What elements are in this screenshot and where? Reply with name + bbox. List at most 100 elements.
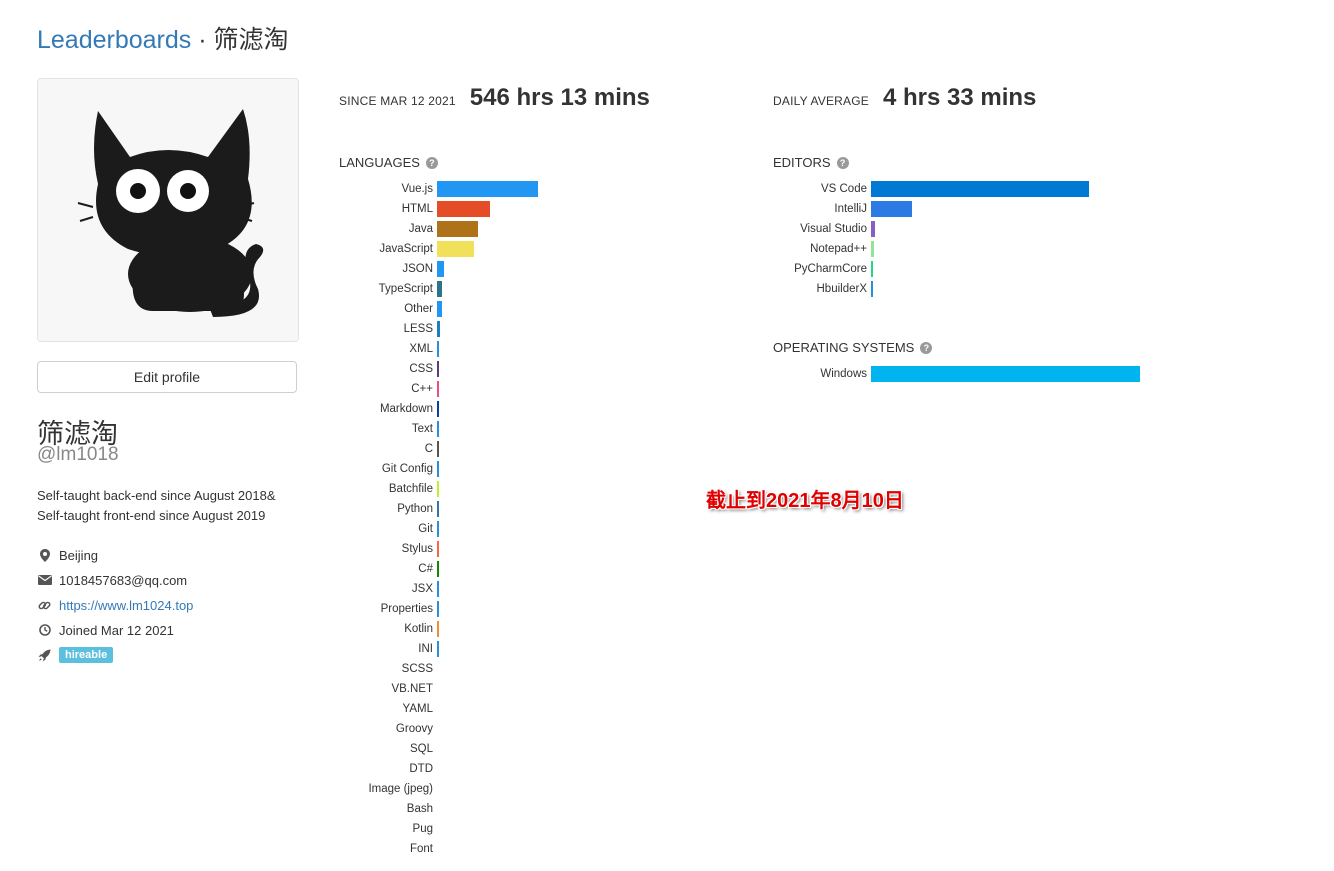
location-text: Beijing (59, 547, 99, 563)
operating-system-label: Windows (820, 368, 867, 380)
editors-title: EDITORS (773, 155, 831, 170)
language-label: Properties (380, 603, 433, 615)
language-row: YAML (313, 699, 433, 719)
language-bar[interactable] (437, 181, 539, 197)
editor-bar[interactable] (871, 241, 875, 257)
language-label: YAML (402, 703, 433, 715)
language-bar[interactable] (437, 221, 479, 237)
link-icon (37, 598, 52, 612)
language-bar[interactable] (437, 581, 439, 597)
languages-heading: LANGUAGES ? (339, 155, 438, 170)
language-label: Python (397, 503, 433, 515)
profile-joined: Joined Mar 12 2021 (37, 621, 174, 639)
language-bar[interactable] (437, 561, 439, 577)
language-row: Java (313, 219, 433, 239)
language-row: Git (313, 519, 433, 539)
language-bar[interactable] (437, 201, 491, 217)
language-bar[interactable] (437, 381, 439, 397)
language-bar[interactable] (437, 461, 439, 477)
language-bar[interactable] (437, 301, 442, 317)
language-bar[interactable] (437, 621, 439, 637)
breadcrumb-separator: · (191, 26, 214, 54)
question-circle-icon[interactable]: ? (836, 156, 849, 169)
question-circle-icon[interactable]: ? (920, 341, 933, 354)
language-row: C++ (313, 379, 433, 399)
daily-average-stat: DAILY AVERAGE 4 hrs 33 mins (773, 84, 1036, 112)
language-row: XML (313, 339, 433, 359)
language-bar[interactable] (437, 421, 439, 437)
editor-row: Notepad++ (747, 239, 867, 259)
breadcrumb-current: 筛滤淘 (213, 26, 289, 54)
language-bar[interactable] (437, 341, 440, 357)
language-row: Image (jpeg) (313, 779, 433, 799)
language-label: Java (408, 223, 433, 235)
language-row: Groovy (313, 719, 433, 739)
language-row: Batchfile (313, 479, 433, 499)
language-label: SCSS (401, 663, 433, 675)
language-label: DTD (409, 763, 433, 775)
language-bar[interactable] (437, 441, 439, 457)
language-bar[interactable] (437, 321, 440, 337)
clock-icon (37, 623, 52, 637)
language-label: Markdown (379, 403, 433, 415)
language-bar[interactable] (437, 481, 439, 497)
language-label: Bash (406, 803, 433, 815)
editor-bar[interactable] (871, 201, 913, 217)
language-row: Other (313, 299, 433, 319)
editor-bar[interactable] (871, 281, 873, 297)
language-bar[interactable] (437, 601, 439, 617)
language-label: HTML (401, 203, 433, 215)
map-marker-icon (37, 548, 52, 562)
total-time-label: SINCE MAR 12 2021 (339, 94, 456, 108)
profile-username: @lm1018 (37, 444, 119, 465)
website-link[interactable]: https://www.lm1024.top (59, 598, 193, 613)
language-bar[interactable] (437, 501, 439, 517)
language-label: LESS (403, 323, 433, 335)
language-label: Vue.js (401, 183, 433, 195)
editor-row: HbuilderX (747, 279, 868, 299)
profile-location: Beijing (37, 546, 98, 564)
edit-profile-button[interactable]: Edit profile (37, 361, 297, 393)
envelope-icon (37, 573, 52, 587)
language-bar[interactable] (437, 261, 444, 277)
language-label: Git Config (381, 463, 433, 475)
language-bar[interactable] (437, 281, 443, 297)
language-row: SQL (313, 739, 433, 759)
language-bar[interactable] (437, 401, 439, 417)
breadcrumb-leaderboards-link[interactable]: Leaderboards (37, 26, 191, 54)
language-bar[interactable] (437, 521, 439, 537)
language-row: Markdown (313, 399, 433, 419)
breadcrumb: Leaderboards · 筛滤淘 (37, 20, 289, 56)
language-row: DTD (313, 759, 433, 779)
language-row: C# (313, 559, 433, 579)
language-row: JSON (313, 259, 433, 279)
language-label: Batchfile (388, 483, 433, 495)
language-label: JavaScript (379, 243, 433, 255)
language-label: JSON (402, 263, 433, 275)
language-row: LESS (313, 319, 433, 339)
editor-bar[interactable] (871, 181, 1089, 197)
daily-average-label: DAILY AVERAGE (773, 94, 869, 108)
editor-row: Visual Studio (747, 219, 867, 239)
language-bar[interactable] (437, 241, 475, 257)
editor-bar[interactable] (871, 221, 876, 237)
language-bar[interactable] (437, 361, 440, 377)
operating-system-bar[interactable] (871, 366, 1140, 382)
email-text: 1018457683@qq.com (59, 572, 188, 588)
editor-row: PyCharmCore (747, 259, 867, 279)
question-circle-icon[interactable]: ? (425, 156, 438, 169)
date-annotation: 截止到2021年8月10日 (706, 490, 904, 512)
language-bar[interactable] (437, 641, 439, 657)
language-label: Git (418, 523, 433, 535)
bio-line: Self-taught back-end since August 2018& (37, 488, 276, 503)
language-row: Vue.js (313, 179, 433, 199)
language-label: CSS (409, 363, 433, 375)
language-bar[interactable] (437, 541, 439, 557)
language-label: C++ (411, 383, 433, 395)
language-label: TypeScript (378, 283, 433, 295)
total-time-stat: SINCE MAR 12 2021 546 hrs 13 mins (339, 84, 650, 112)
editor-bar[interactable] (871, 261, 873, 277)
language-row: SCSS (313, 659, 433, 679)
language-row: HTML (313, 199, 433, 219)
language-row: VB.NET (313, 679, 433, 699)
